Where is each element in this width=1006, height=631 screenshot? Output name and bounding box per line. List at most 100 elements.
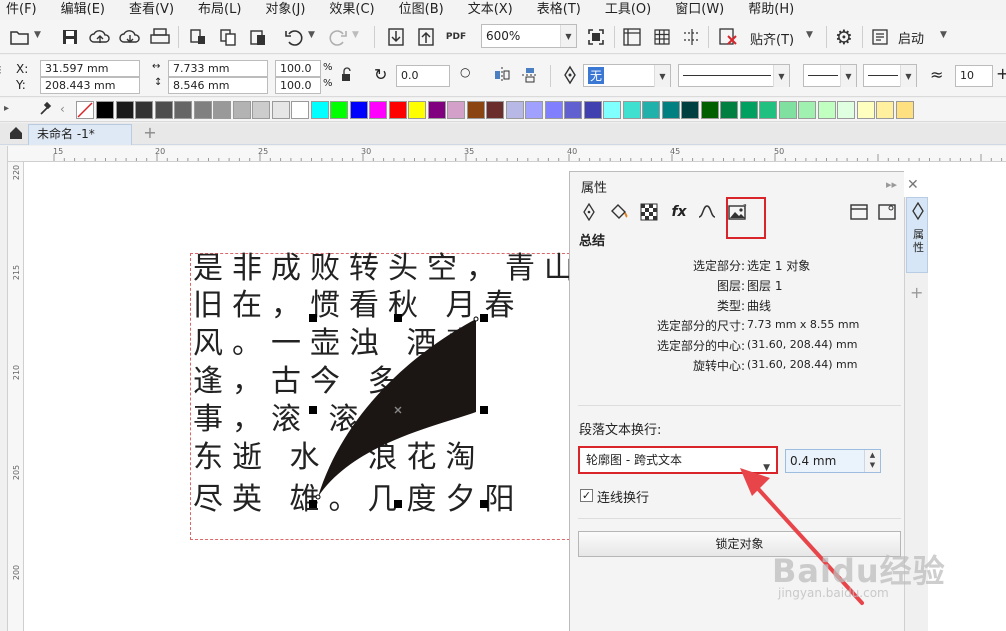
color-swatch[interactable] — [466, 101, 485, 119]
cloud-download-icon[interactable] — [118, 25, 142, 49]
palette-scroll-left-icon[interactable]: ‹ — [60, 102, 65, 116]
corner-value-field[interactable]: 10 — [955, 65, 993, 87]
undo-icon[interactable] — [282, 25, 306, 49]
properties-side-tab[interactable]: 属性 — [906, 197, 928, 273]
color-swatch[interactable] — [856, 101, 875, 119]
menu-bitmaps[interactable]: 位图(B) — [387, 0, 456, 20]
close-icon[interactable]: ✕ — [907, 177, 919, 193]
color-swatch[interactable] — [837, 101, 855, 119]
color-swatch[interactable] — [681, 101, 699, 119]
menu-view[interactable]: 查看(V) — [117, 0, 186, 20]
color-swatch[interactable] — [603, 101, 621, 119]
full-screen-icon[interactable] — [584, 25, 608, 49]
color-swatch[interactable] — [154, 101, 173, 119]
no-color-swatch[interactable] — [76, 101, 94, 119]
color-swatch[interactable] — [525, 101, 543, 119]
color-swatch[interactable] — [193, 101, 212, 119]
color-swatch[interactable] — [447, 101, 465, 119]
menu-effects[interactable]: 效果(C) — [317, 0, 386, 20]
chevron-down-icon[interactable]: ▼ — [763, 456, 770, 480]
color-swatch[interactable] — [778, 101, 797, 119]
menu-table[interactable]: 表格(T) — [525, 0, 593, 20]
zoom-level-combo[interactable]: 600% ▼ — [481, 24, 577, 48]
color-swatch[interactable] — [291, 101, 309, 119]
color-swatch[interactable] — [622, 101, 641, 119]
document-tab[interactable]: 未命名 -1* — [28, 124, 132, 145]
wrap-offset-field[interactable]: 0.4 mm ▲ ▼ — [785, 449, 881, 473]
color-swatch[interactable] — [759, 101, 777, 119]
menu-layout[interactable]: 布局(L) — [186, 0, 253, 20]
color-swatch[interactable] — [271, 101, 290, 119]
color-swatch[interactable] — [544, 101, 563, 119]
palette-menu-icon[interactable]: ▸ — [4, 103, 9, 114]
collapse-docker-icon[interactable]: ▸▸ — [886, 178, 897, 191]
outline-pen-tab-icon[interactable] — [578, 201, 600, 223]
color-swatch[interactable] — [642, 101, 660, 119]
chevron-down-icon[interactable]: ▼ — [654, 65, 670, 87]
menu-file[interactable]: 件(F) — [0, 0, 49, 20]
chevron-down-icon[interactable]: ▼ — [840, 65, 856, 87]
scale-width-field[interactable]: 100.0 — [275, 60, 321, 77]
color-swatch[interactable] — [96, 101, 114, 119]
selected-curve-shape[interactable] — [318, 319, 476, 497]
cloud-upload-icon[interactable] — [88, 25, 112, 49]
line-style-combo[interactable]: ▼ — [678, 64, 790, 87]
outline-fill-combo[interactable]: 无 ▼ — [583, 64, 671, 87]
color-swatch[interactable] — [583, 101, 602, 119]
color-swatch[interactable] — [369, 101, 387, 119]
mirror-vertical-icon[interactable] — [518, 63, 542, 87]
preview-frame-tab-icon[interactable] — [876, 201, 898, 223]
height-field[interactable]: 8.546 mm — [168, 77, 268, 94]
paste-icon[interactable] — [246, 25, 270, 49]
width-field[interactable]: 7.733 mm — [168, 60, 268, 77]
x-position-field[interactable]: 31.597 mm — [40, 60, 140, 77]
color-swatch[interactable] — [895, 101, 914, 119]
color-swatch[interactable] — [505, 101, 524, 119]
transparency-tab-icon[interactable] — [638, 201, 660, 223]
redo-dropdown-icon[interactable]: ▼ — [352, 30, 359, 40]
snap-dropdown-icon[interactable]: ▼ — [806, 30, 813, 40]
chevron-down-icon[interactable]: ▼ — [773, 65, 789, 87]
color-swatch[interactable] — [252, 101, 270, 119]
gear-icon[interactable]: ⚙ — [832, 25, 856, 49]
color-swatch[interactable] — [876, 101, 894, 119]
spinner-icon[interactable]: ▲ ▼ — [864, 450, 880, 472]
color-swatch[interactable] — [388, 101, 407, 119]
menu-text[interactable]: 文本(X) — [456, 0, 525, 20]
import-icon[interactable] — [384, 25, 408, 49]
snap-off-icon[interactable] — [716, 25, 740, 49]
node-point[interactable] — [315, 494, 321, 500]
mirror-horizontal-icon[interactable] — [490, 63, 514, 87]
continuous-wrap-checkbox[interactable]: ✓ — [580, 489, 593, 502]
color-swatch[interactable] — [310, 101, 329, 119]
color-swatch[interactable] — [115, 101, 134, 119]
pdf-icon[interactable]: PDF — [444, 25, 468, 49]
rotation-field[interactable]: 0.0 — [396, 65, 450, 87]
plus-icon[interactable]: + — [996, 64, 1006, 83]
snap-to-menu[interactable]: 贴齐(T) — [750, 29, 794, 48]
eyedropper-icon[interactable] — [38, 101, 52, 121]
color-swatch[interactable] — [349, 101, 368, 119]
color-swatch[interactable] — [213, 101, 231, 119]
cut-icon[interactable] — [186, 25, 210, 49]
rulers-icon[interactable] — [620, 25, 644, 49]
copy-icon[interactable] — [216, 25, 240, 49]
end-arrow-combo[interactable]: ▼ — [863, 64, 917, 87]
curve-tab-icon[interactable] — [696, 201, 718, 223]
start-arrow-combo[interactable]: ▼ — [803, 64, 857, 87]
wrap-style-select[interactable]: 轮廓图 - 跨式文本 ▼ — [578, 446, 778, 474]
color-swatch[interactable] — [700, 101, 719, 119]
menu-help[interactable]: 帮助(H) — [736, 0, 806, 20]
color-swatch[interactable] — [408, 101, 426, 119]
launch-dropdown-icon[interactable]: ▼ — [940, 30, 947, 40]
color-swatch[interactable] — [174, 101, 192, 119]
launch-menu[interactable]: 启动 — [898, 28, 924, 47]
print-icon[interactable] — [148, 25, 172, 49]
guidelines-icon[interactable] — [680, 25, 704, 49]
lock-ratio-icon[interactable] — [340, 67, 352, 86]
color-swatch[interactable] — [135, 101, 153, 119]
color-swatch[interactable] — [330, 101, 348, 119]
menu-edit[interactable]: 编辑(E) — [49, 0, 117, 20]
color-swatch[interactable] — [798, 101, 816, 119]
color-swatch[interactable] — [564, 101, 582, 119]
